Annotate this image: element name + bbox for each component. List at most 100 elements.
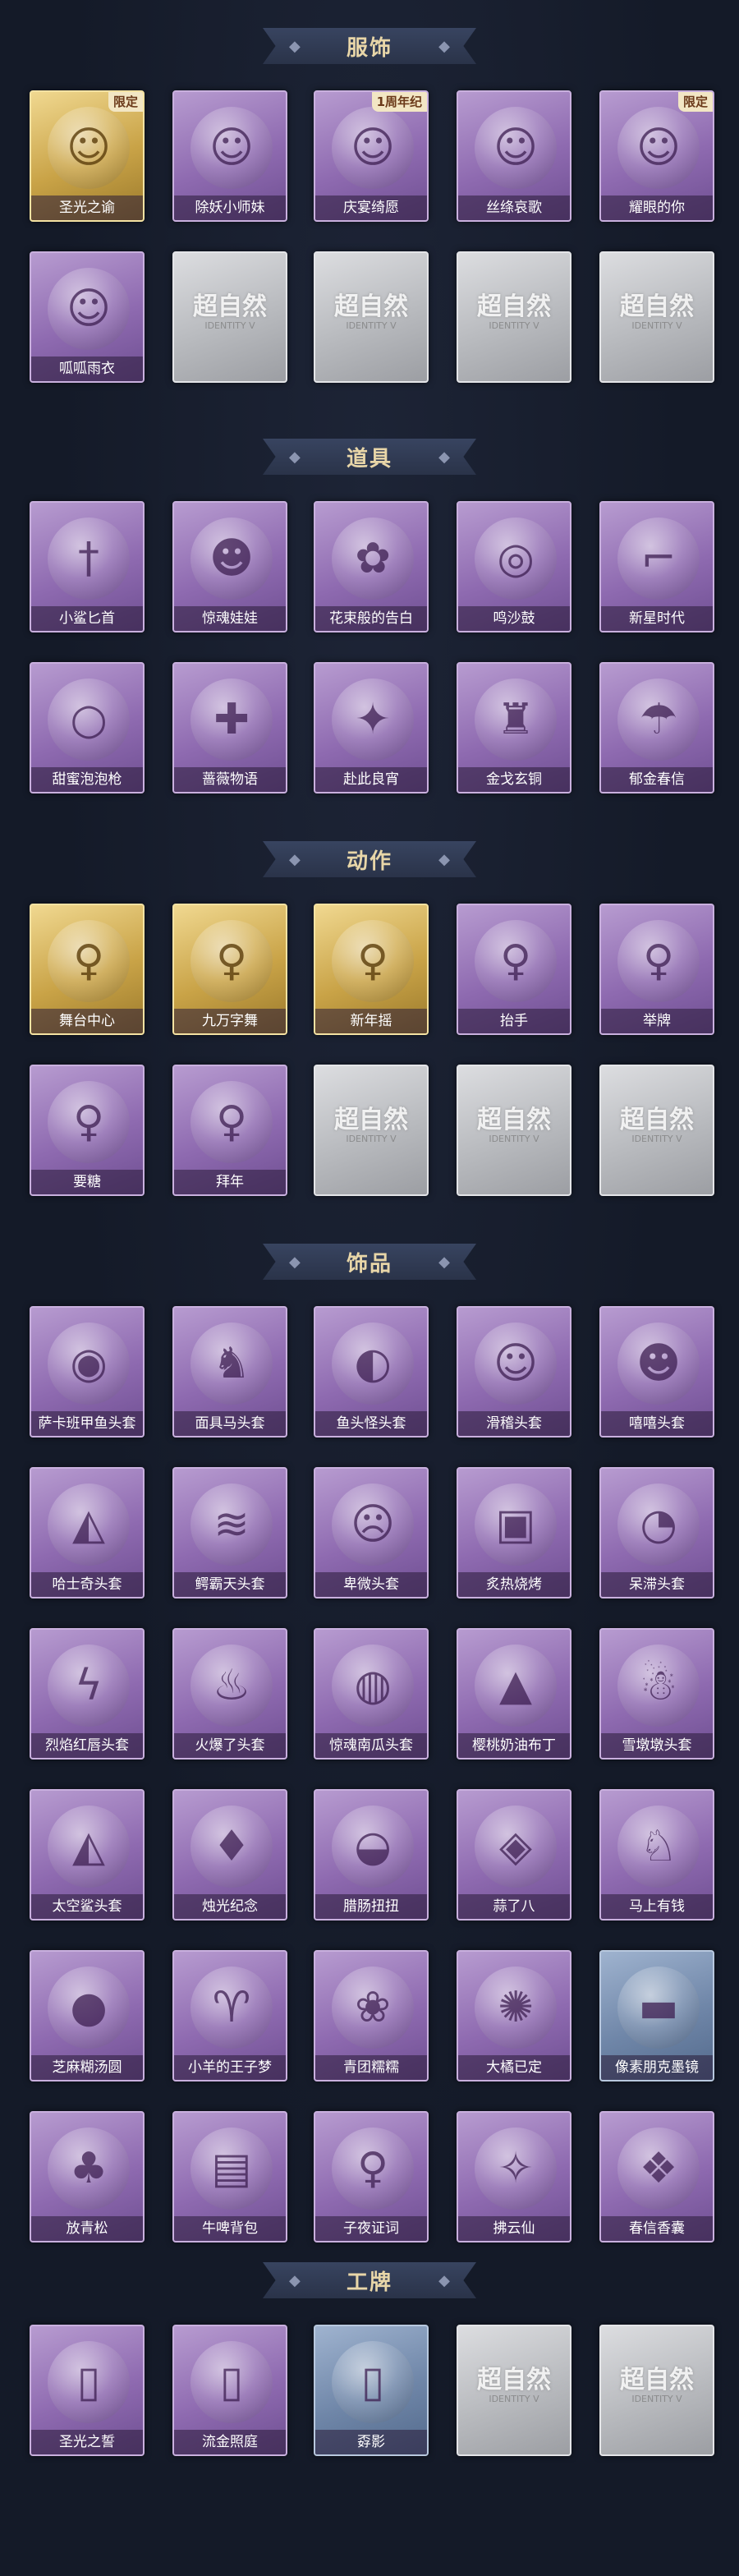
item-card[interactable]: ◈ 蒜了八 (457, 1789, 571, 1920)
watermark-text: 超自然 (334, 1106, 408, 1134)
item-card[interactable]: ♨ 火爆了头套 (172, 1628, 287, 1760)
item-card[interactable]: ☻ 惊魂娃娃 (172, 501, 287, 632)
portrait-icon: ☺ (190, 107, 273, 189)
item-label: 拂云仙 (458, 2216, 570, 2241)
item-card[interactable]: ◭ 太空鲨头套 (30, 1789, 145, 1920)
gun-icon: ⌐ (617, 518, 700, 600)
item-card[interactable]: ◐ 鱼头怪头套 (314, 1306, 429, 1438)
item-card[interactable]: ♀ 举牌 (599, 904, 714, 1035)
item-card[interactable]: ☹ 卑微头套 (314, 1467, 429, 1598)
item-card[interactable]: ☺ 圣光之谕 限定 (30, 90, 145, 222)
item-card[interactable]: ✦ 赴此良宵 (314, 662, 429, 794)
item-card[interactable]: ☃ 雪墩墩头套 (599, 1628, 714, 1760)
item-card[interactable]: ♀ 要糖 (30, 1065, 145, 1196)
item-card[interactable]: ♈ 小羊的王子梦 (172, 1950, 287, 2082)
locked-item-card[interactable]: 超自然 IDENTITY V (314, 1065, 429, 1196)
item-card[interactable]: ✿ 花束般的告白 (314, 501, 429, 632)
item-label: 马上有钱 (601, 1894, 713, 1919)
item-card[interactable]: ▤ 牛啤背包 (172, 2111, 287, 2242)
item-label: 萨卡班甲鱼头套 (31, 1411, 143, 1436)
portrait-icon: ☺ (617, 107, 700, 189)
item-card[interactable]: ◎ 鸣沙鼓 (457, 501, 571, 632)
figure-icon: ♀ (190, 920, 273, 1002)
item-label: 火爆了头套 (174, 1733, 286, 1758)
locked-item-card[interactable]: 超自然 IDENTITY V (172, 251, 287, 383)
item-card[interactable]: ☺ 除妖小师妹 (172, 90, 287, 222)
item-card[interactable]: ♀ 拜年 (172, 1065, 287, 1196)
item-card[interactable]: ☻ 嘻嘻头套 (599, 1306, 714, 1438)
section-title: 工牌 (346, 2270, 392, 2295)
item-card[interactable]: ☺ 耀眼的你 限定 (599, 90, 714, 222)
item-card[interactable]: ☂ 郁金春信 (599, 662, 714, 794)
item-card[interactable]: ≋ 鳄霸天头套 (172, 1467, 287, 1598)
item-label: 庆宴绮愿 (315, 196, 427, 220)
item-card[interactable]: ▲ 樱桃奶油布丁 (457, 1628, 571, 1760)
item-card[interactable]: ▣ 炙热烧烤 (457, 1467, 571, 1598)
watermark-subtext: IDENTITY V (631, 320, 682, 331)
portrait-icon: ☺ (332, 107, 414, 189)
item-card[interactable]: ♦ 烛光纪念 (172, 1789, 287, 1920)
item-card[interactable]: ♜ 金戈玄铜 (457, 662, 571, 794)
item-card[interactable]: ▯ 孬影 (314, 2325, 429, 2456)
box-icon: ✚ (190, 678, 273, 761)
lantern-icon: ✦ (332, 678, 414, 761)
item-card[interactable]: ✺ 大橘已定 (457, 1950, 571, 2082)
locked-item-card[interactable]: 超自然 IDENTITY V (314, 251, 429, 383)
item-card[interactable]: ☺ 庆宴绮愿 1周年纪 (314, 90, 429, 222)
portrait-icon: ☺ (475, 107, 557, 189)
item-card[interactable]: ▯ 流金照庭 (172, 2325, 287, 2456)
item-card[interactable]: ● 芝麻糊汤圆 (30, 1950, 145, 2082)
locked-item-card[interactable]: 超自然 IDENTITY V (599, 251, 714, 383)
locked-item-card[interactable]: 超自然 IDENTITY V (457, 251, 571, 383)
item-card[interactable]: ♘ 马上有钱 (599, 1789, 714, 1920)
section-header: ◆ 动作 ◆ (263, 841, 476, 877)
pikachu-icon: ϟ (48, 1644, 130, 1727)
item-card[interactable]: ♣ 放青松 (30, 2111, 145, 2242)
watermark-subtext: IDENTITY V (631, 2394, 682, 2404)
item-card[interactable]: ⌐ 新星时代 (599, 501, 714, 632)
green-bun-icon: ❀ (332, 1966, 414, 2049)
item-card[interactable]: ☺ 丝绦哀歌 (457, 90, 571, 222)
item-card[interactable]: ○ 甜蜜泡泡枪 (30, 662, 145, 794)
locked-item-card[interactable]: 超自然 IDENTITY V (599, 2325, 714, 2456)
item-label: 鳄霸天头套 (174, 1572, 286, 1597)
item-label: 蔷薇物语 (174, 767, 286, 792)
item-card[interactable]: ♀ 舞台中心 (30, 904, 145, 1035)
snowman-icon: ☃ (617, 1644, 700, 1727)
item-card[interactable]: ◔ 呆滞头套 (599, 1467, 714, 1598)
doll-icon: ☻ (190, 518, 273, 600)
item-card[interactable]: ✧ 拂云仙 (457, 2111, 571, 2242)
item-card[interactable]: ♀ 子夜证词 (314, 2111, 429, 2242)
item-card[interactable]: ◒ 腊肠扭扭 (314, 1789, 429, 1920)
item-card[interactable]: ◍ 惊魂南瓜头套 (314, 1628, 429, 1760)
item-card[interactable]: ♀ 九万字舞 (172, 904, 287, 1035)
figure-icon: ♀ (332, 920, 414, 1002)
portrait-icon: ☺ (48, 268, 130, 350)
sheep-icon: ♈ (190, 1966, 273, 2049)
item-card[interactable]: ❀ 青团糯糯 (314, 1950, 429, 2082)
section-header: ◆ 道具 ◆ (263, 439, 476, 475)
item-card[interactable]: ▬ 像素朋克墨镜 (599, 1950, 714, 2082)
locked-item-card[interactable]: 超自然 IDENTITY V (457, 1065, 571, 1196)
item-card[interactable]: † 小鲨匕首 (30, 501, 145, 632)
section-title: 动作 (346, 849, 392, 874)
item-card[interactable]: ▯ 圣光之誓 (30, 2325, 145, 2456)
ornament-icon: ◆ (438, 38, 450, 55)
ornament-icon: ◆ (289, 1254, 301, 1271)
item-card[interactable]: ◭ 哈士奇头套 (30, 1467, 145, 1598)
locked-item-card[interactable]: 超自然 IDENTITY V (599, 1065, 714, 1196)
section-title: 道具 (346, 446, 392, 472)
limited-badge: 限定 (108, 92, 143, 112)
locked-item-card[interactable]: 超自然 IDENTITY V (457, 2325, 571, 2456)
item-card[interactable]: ◉ 萨卡班甲鱼头套 (30, 1306, 145, 1438)
item-card[interactable]: ♀ 抬手 (457, 904, 571, 1035)
item-card[interactable]: ♀ 新年摇 (314, 904, 429, 1035)
item-card[interactable]: ✚ 蔷薇物语 (172, 662, 287, 794)
item-card[interactable]: ❖ 春信香囊 (599, 2111, 714, 2242)
item-card[interactable]: ☺ 呱呱雨衣 (30, 251, 145, 383)
item-card[interactable]: ϟ 烈焰红唇头套 (30, 1628, 145, 1760)
watermark-text: 超自然 (620, 2366, 694, 2394)
bubble-gun-icon: ○ (48, 678, 130, 761)
item-card[interactable]: ☺ 滑稽头套 (457, 1306, 571, 1438)
item-card[interactable]: ♞ 面具马头套 (172, 1306, 287, 1438)
